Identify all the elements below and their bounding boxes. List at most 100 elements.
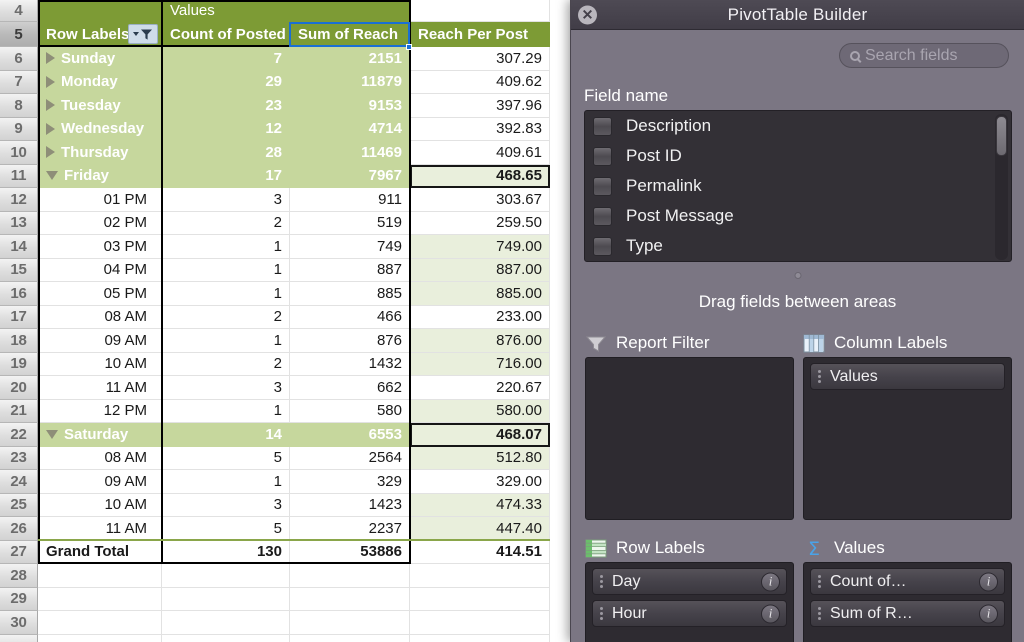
checkbox-icon[interactable] [593,176,612,196]
row-header-17[interactable]: 17 [0,305,38,329]
cell-label-22[interactable]: Saturday [38,423,162,447]
search-fields-input[interactable]: Search fields [839,43,1009,68]
field-pill[interactable]: Sum of R… i [810,600,1005,627]
cell-empty[interactable] [162,634,290,642]
cell-count-18[interactable]: 1 [162,329,290,353]
row-header-13[interactable]: 13 [0,211,38,235]
drop-area-column_labels[interactable]: Values [803,357,1012,520]
cell-count-11[interactable]: 17 [162,164,290,188]
field-pill[interactable]: Values [810,363,1005,390]
row-header-8[interactable]: 8 [0,94,38,118]
cell-reach-17[interactable]: 466 [290,305,410,329]
cell-reach-per-post-27[interactable]: 414.51 [410,540,550,564]
cell-reach-per-post-12[interactable]: 303.67 [410,188,550,212]
cell-label-19[interactable]: 10 AM [38,352,162,376]
expand-triangle-icon[interactable] [46,75,55,88]
cell-reach-per-post-25[interactable]: 474.33 [410,493,550,517]
field-list-item[interactable]: Post Message [585,201,1011,231]
cell-empty-b29[interactable] [162,587,290,611]
cell-count-17[interactable]: 2 [162,305,290,329]
cell-count-26[interactable]: 5 [162,517,290,541]
cell-label-23[interactable]: 08 AM [38,446,162,470]
row-header-28[interactable]: 28 [0,564,38,588]
row-header-26[interactable]: 26 [0,517,38,541]
cell-reach-per-post-21[interactable]: 580.00 [410,399,550,423]
cell-reach-15[interactable]: 887 [290,258,410,282]
cell-reach-per-post-19[interactable]: 716.00 [410,352,550,376]
cell-reach-per-post-15[interactable]: 887.00 [410,258,550,282]
cell-reach-22[interactable]: 6553 [290,423,410,447]
cell-label-25[interactable]: 10 AM [38,493,162,517]
cell-reach-10[interactable]: 11469 [290,141,410,165]
header-count-of-posted[interactable]: Count of Posted [162,22,290,47]
cell-count-23[interactable]: 5 [162,446,290,470]
field-pill[interactable]: Day i [592,568,787,595]
cell-reach-9[interactable]: 4714 [290,117,410,141]
field-settings-info-icon[interactable]: i [979,604,998,623]
expand-triangle-icon[interactable] [46,146,55,159]
row-header-blank[interactable] [0,634,38,642]
cell-reach-25[interactable]: 1423 [290,493,410,517]
cell-label-16[interactable]: 05 PM [38,282,162,306]
cell-label-7[interactable]: Monday [38,70,162,94]
drag-grip-icon[interactable] [600,607,603,620]
cell-empty[interactable] [410,634,550,642]
row-header-22[interactable]: 22 [0,423,38,447]
cell-reach-8[interactable]: 9153 [290,94,410,118]
row-header-11[interactable]: 11 [0,164,38,188]
field-pill[interactable]: Hour i [592,600,787,627]
field-pill[interactable]: Count of… i [810,568,1005,595]
field-list-item[interactable]: Type [585,231,1011,261]
cell-reach-6[interactable]: 2151 [290,47,410,71]
cell-empty[interactable] [290,634,410,642]
cell-count-10[interactable]: 28 [162,141,290,165]
cell-reach-19[interactable]: 1432 [290,352,410,376]
drop-area-row_labels[interactable]: Day i Hour i [585,562,794,642]
expand-triangle-icon[interactable] [46,52,55,65]
cell-reach-7[interactable]: 11879 [290,70,410,94]
cell-reach-per-post-23[interactable]: 512.80 [410,446,550,470]
header-sum-of-reach[interactable]: Sum of Reach [290,22,410,47]
cell-count-6[interactable]: 7 [162,47,290,71]
header-reach-per-post[interactable]: Reach Per Post [410,22,550,47]
cell-count-8[interactable]: 23 [162,94,290,118]
cell-empty-d29[interactable] [410,587,550,611]
empty-cell-d4[interactable] [410,0,550,22]
cell-count-14[interactable]: 1 [162,235,290,259]
cell-count-7[interactable]: 29 [162,70,290,94]
selection-fill-handle[interactable] [406,44,412,50]
drag-grip-icon[interactable] [818,370,821,383]
field-list-scrollbar[interactable] [995,114,1008,260]
cell-reach-11[interactable]: 7967 [290,164,410,188]
cell-reach-24[interactable]: 329 [290,470,410,494]
row-header-23[interactable]: 23 [0,446,38,470]
cell-count-24[interactable]: 1 [162,470,290,494]
panel-resize-handle[interactable] [794,272,801,279]
header-row-labels[interactable]: Row Labels [38,22,162,47]
row-header-6[interactable]: 6 [0,47,38,71]
row-header-29[interactable]: 29 [0,587,38,611]
cell-count-27[interactable]: 130 [162,540,290,564]
cell-label-6[interactable]: Sunday [38,47,162,71]
cell-reach-per-post-26[interactable]: 447.40 [410,517,550,541]
field-list-scroll-thumb[interactable] [996,116,1007,156]
cell-reach-per-post-24[interactable]: 329.00 [410,470,550,494]
drag-grip-icon[interactable] [600,575,603,588]
drop-area-report_filter[interactable] [585,357,794,520]
cell-empty-b30[interactable] [162,611,290,635]
cell-reach-per-post-7[interactable]: 409.62 [410,70,550,94]
cell-count-9[interactable]: 12 [162,117,290,141]
checkbox-icon[interactable] [593,236,612,256]
cell-label-20[interactable]: 11 AM [38,376,162,400]
cell-count-22[interactable]: 14 [162,423,290,447]
cell-empty-c29[interactable] [290,587,410,611]
expand-triangle-icon[interactable] [46,99,55,112]
cell-empty-a28[interactable] [38,564,162,588]
row-header-20[interactable]: 20 [0,376,38,400]
cell-count-15[interactable]: 1 [162,258,290,282]
field-settings-info-icon[interactable]: i [761,604,780,623]
cell-label-10[interactable]: Thursday [38,141,162,165]
cell-reach-12[interactable]: 911 [290,188,410,212]
cell-reach-14[interactable]: 749 [290,235,410,259]
drag-grip-icon[interactable] [818,607,821,620]
